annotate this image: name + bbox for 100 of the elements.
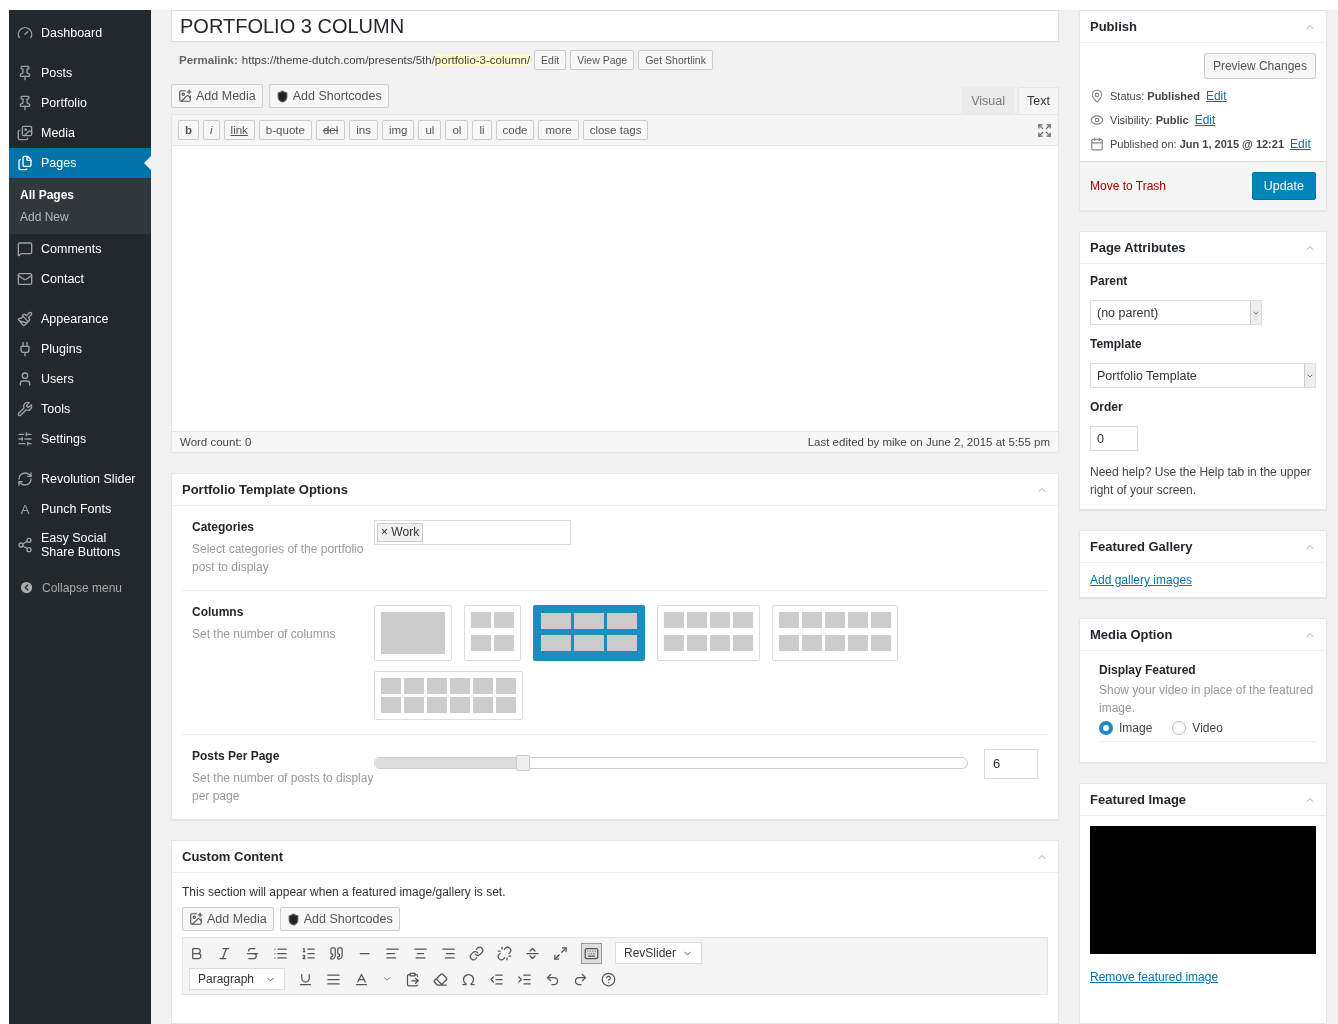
sliders-icon bbox=[17, 431, 33, 447]
editor-tab[interactable]: Text bbox=[1018, 87, 1059, 114]
menu-item[interactable]: Media bbox=[9, 118, 151, 148]
quicktag-button[interactable]: li bbox=[472, 120, 492, 140]
quicktag-button[interactable]: ol bbox=[445, 120, 469, 140]
indent-icon[interactable] bbox=[517, 971, 532, 987]
edit-link[interactable]: Edit bbox=[1205, 89, 1227, 103]
permalink-button[interactable]: View Page bbox=[570, 50, 635, 70]
menu-item[interactable]: Pages bbox=[9, 148, 151, 178]
menu-item[interactable]: Dashboard bbox=[9, 18, 151, 48]
outdent-icon[interactable] bbox=[489, 971, 504, 987]
submenu-item[interactable]: All Pages bbox=[9, 184, 151, 206]
editor-tab[interactable]: Visual bbox=[962, 87, 1015, 114]
collapse-menu[interactable]: Collapse menu bbox=[9, 576, 151, 599]
add-media-button[interactable]: Add Media bbox=[182, 907, 274, 931]
strikethrough-icon[interactable] bbox=[245, 945, 260, 961]
quicktag-button[interactable]: ul bbox=[418, 120, 442, 140]
radio-option[interactable]: Image bbox=[1099, 721, 1153, 735]
publish-meta: Status: Published bbox=[1110, 90, 1200, 102]
last-edited: Last edited by mike on June 2, 2015 at 5:55 pm bbox=[807, 436, 1050, 448]
menu-item[interactable]: Posts bbox=[9, 58, 151, 88]
category-tag[interactable]: × Work bbox=[377, 523, 424, 542]
add-media-button[interactable]: Add Media bbox=[171, 84, 263, 108]
add-shortcodes-button[interactable]: Add Shortcodes bbox=[268, 84, 389, 108]
submenu-item[interactable]: Add New bbox=[9, 206, 151, 228]
link-icon[interactable] bbox=[469, 945, 484, 961]
bold-icon[interactable] bbox=[189, 945, 204, 961]
menu-item[interactable]: Settings bbox=[9, 424, 151, 454]
radio-button[interactable] bbox=[1172, 721, 1187, 735]
permalink-label: Permalink: bbox=[179, 54, 238, 66]
quicktag-button[interactable]: more bbox=[538, 120, 579, 140]
menu-item[interactable]: Revolution Slider bbox=[9, 464, 151, 494]
update-button[interactable]: Update bbox=[1251, 172, 1316, 200]
caret-icon[interactable] bbox=[382, 974, 392, 984]
numbered-list-icon[interactable] bbox=[301, 945, 316, 961]
title-field[interactable]: PORTFOLIO 3 COLUMN bbox=[171, 10, 1059, 42]
slider-handle[interactable] bbox=[516, 755, 530, 771]
permalink-button[interactable]: Get Shortlink bbox=[638, 50, 713, 70]
paste-icon[interactable] bbox=[405, 971, 420, 987]
format-select[interactable]: Paragraph bbox=[189, 968, 285, 990]
unlink-icon[interactable] bbox=[497, 945, 512, 961]
menu-item[interactable]: Contact bbox=[9, 264, 151, 294]
quicktag-button[interactable]: img bbox=[381, 120, 415, 140]
align-left-icon[interactable] bbox=[385, 945, 400, 961]
add-gallery-link[interactable]: Add gallery images bbox=[1090, 573, 1316, 587]
move-to-trash-link[interactable]: Move to Trash bbox=[1090, 179, 1167, 193]
radio-button[interactable] bbox=[1099, 721, 1113, 735]
quicktag-button[interactable]: link bbox=[223, 120, 255, 140]
publish-meta: Visibility: Public bbox=[1110, 114, 1189, 126]
menu-item[interactable]: Easy Social Share Buttons bbox=[9, 524, 151, 566]
edit-link[interactable]: Edit bbox=[1290, 137, 1311, 151]
eraser-icon[interactable] bbox=[433, 971, 448, 987]
quicktag-button[interactable]: b-quote bbox=[258, 120, 312, 140]
remove-image-link[interactable]: Remove featured image bbox=[1090, 970, 1316, 984]
preview-changes-button[interactable]: Preview Changes bbox=[1203, 53, 1316, 79]
permalink-url: https://theme-dutch.com/presents/5th/portfolio-3-column/ bbox=[241, 54, 531, 66]
bullet-list-icon[interactable] bbox=[273, 945, 288, 961]
box-title: Featured Image bbox=[1090, 792, 1187, 807]
quote-icon[interactable] bbox=[329, 945, 344, 961]
template-select[interactable]: Portfolio Template bbox=[1090, 363, 1316, 388]
menu-item[interactable]: Portfolio bbox=[9, 88, 151, 118]
quicktag-button[interactable]: ins bbox=[349, 120, 378, 140]
order-field[interactable]: 0 bbox=[1090, 426, 1138, 451]
italic-icon[interactable] bbox=[217, 945, 232, 961]
align-center-icon[interactable] bbox=[413, 945, 428, 961]
quicktag-button[interactable]: del bbox=[315, 120, 346, 140]
menu-item[interactable]: A Punch Fonts bbox=[9, 494, 151, 524]
pin-icon bbox=[17, 95, 33, 111]
menu-item[interactable]: Appearance bbox=[9, 304, 151, 334]
add-shortcodes-button[interactable]: Add Shortcodes bbox=[279, 907, 400, 931]
slider-track[interactable] bbox=[374, 757, 968, 769]
underline-icon[interactable] bbox=[298, 971, 313, 987]
fullscreen-icon[interactable] bbox=[1037, 122, 1052, 138]
toolbar-toggle-button[interactable] bbox=[581, 942, 602, 964]
menu-item[interactable]: Tools bbox=[9, 394, 151, 424]
help-icon[interactable] bbox=[601, 971, 616, 987]
justify-icon[interactable] bbox=[326, 971, 341, 987]
quicktag-button[interactable]: close tags bbox=[582, 120, 649, 140]
quicktag-button[interactable]: code bbox=[495, 120, 535, 140]
quicktag-button[interactable]: b bbox=[178, 120, 200, 140]
permalink-button[interactable]: Edit bbox=[534, 50, 567, 70]
edit-link[interactable]: Edit bbox=[1194, 113, 1216, 127]
fullscreen-icon[interactable] bbox=[553, 945, 568, 961]
pin-icon bbox=[1090, 89, 1104, 103]
text-color-icon[interactable] bbox=[354, 971, 369, 987]
omega-icon[interactable] bbox=[461, 971, 476, 987]
quicktag-button[interactable]: i bbox=[203, 120, 220, 140]
posts-per-page-field[interactable]: 6 bbox=[984, 749, 1038, 779]
eye-icon bbox=[1090, 113, 1104, 127]
refresh-icon bbox=[17, 471, 33, 487]
revslider-dropdown[interactable]: RevSlider bbox=[615, 942, 703, 964]
undo-icon[interactable] bbox=[545, 971, 560, 987]
align-right-icon[interactable] bbox=[441, 945, 456, 961]
radio-option[interactable]: Video bbox=[1172, 721, 1223, 735]
parent-select[interactable]: (no parent) bbox=[1090, 300, 1262, 325]
menu-item[interactable]: Plugins bbox=[9, 334, 151, 364]
redo-icon[interactable] bbox=[573, 971, 588, 987]
categories-field[interactable]: × Work bbox=[374, 520, 571, 545]
menu-item[interactable]: Comments bbox=[9, 234, 151, 264]
menu-item[interactable]: Users bbox=[9, 364, 151, 394]
